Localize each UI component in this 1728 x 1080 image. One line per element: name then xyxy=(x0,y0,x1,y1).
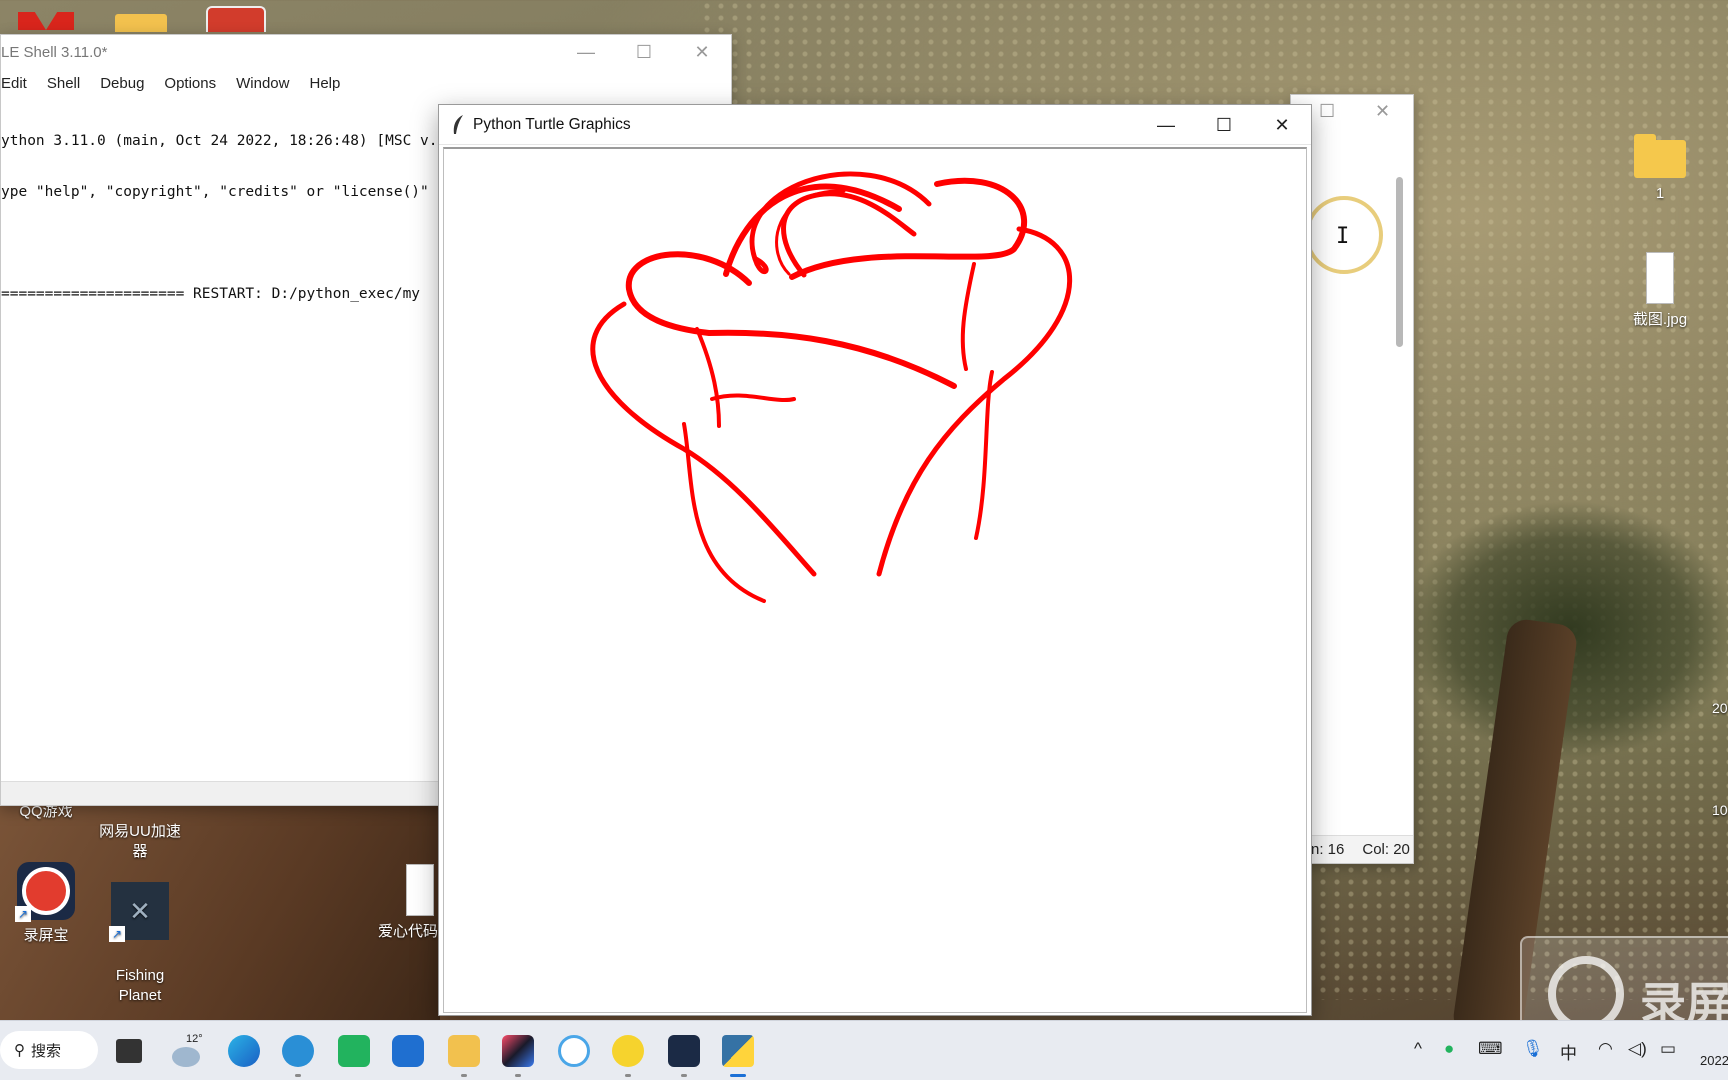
task-view-icon[interactable] xyxy=(116,1039,142,1063)
search-icon: ⚲ xyxy=(14,1042,25,1059)
minimize-button[interactable]: — xyxy=(1137,105,1195,145)
tray-volume-icon[interactable]: ◁) xyxy=(1628,1039,1647,1059)
maximize-button[interactable]: ☐ xyxy=(1195,105,1253,145)
menu-window[interactable]: Window xyxy=(226,75,299,92)
menu-options[interactable]: Options xyxy=(154,75,226,92)
fishing-planet-icon: ✕ ↗ xyxy=(109,882,169,942)
weather-temp: 12° xyxy=(186,1033,203,1045)
weather-icon[interactable] xyxy=(172,1047,200,1067)
line-indicator: n: 16 xyxy=(1311,841,1345,858)
turtle-canvas[interactable] xyxy=(443,147,1307,1013)
desktop-icon-label: Fishing Planet xyxy=(115,967,165,1004)
desktop-icon-label: 1 xyxy=(1655,185,1665,202)
maximize-button[interactable]: ☐ xyxy=(615,35,673,69)
idle-menubar: Edit Shell Debug Options Window Help xyxy=(1,69,731,97)
intellij-icon[interactable] xyxy=(502,1035,534,1077)
search-label: 搜索 xyxy=(31,1042,62,1060)
taskbar: ⚲ 搜索 12° ^ ● ⌨ 🎙 中 ◠ ◁) ▭ 2022 xyxy=(0,1020,1728,1080)
tray-battery-icon[interactable]: ▭ xyxy=(1660,1039,1676,1059)
top-desktop-power-icon[interactable] xyxy=(206,6,266,32)
turtle-graphics-window[interactable]: Python Turtle Graphics — ☐ ✕ xyxy=(438,104,1312,1016)
desktop-icon-fishing-planet[interactable]: ✕ ↗ Fishing Planet xyxy=(100,862,180,1026)
desktop-icon-label: 截图.jpg xyxy=(1632,311,1688,328)
top-desktop-folder-icon[interactable] xyxy=(115,14,167,32)
top-desktop-icon-red[interactable] xyxy=(18,12,74,30)
image-file-icon xyxy=(1646,252,1674,304)
desktop-icon-screen-recorder[interactable]: ↗ 录屏宝 xyxy=(10,862,82,946)
rose-strokes xyxy=(590,171,1073,603)
taskbar-search[interactable]: ⚲ 搜索 xyxy=(0,1031,98,1069)
folder-icon xyxy=(1634,134,1686,178)
shortcut-arrow-icon: ↗ xyxy=(109,926,125,942)
tray-wifi-icon[interactable]: ◠ xyxy=(1598,1039,1613,1059)
lenovo-app-icon[interactable] xyxy=(392,1035,424,1067)
window-title: LE Shell 3.11.0* xyxy=(1,44,108,61)
window-title: Python Turtle Graphics xyxy=(473,116,631,133)
idle-titlebar[interactable]: LE Shell 3.11.0* — ☐ ✕ xyxy=(1,35,731,69)
side-number: 10 xyxy=(1712,802,1728,818)
tray-wechat-icon[interactable]: ● xyxy=(1444,1039,1454,1059)
tray-microphone-icon[interactable]: 🎙 xyxy=(1522,1039,1544,1059)
rose-drawing xyxy=(590,171,1073,603)
green-app-icon[interactable] xyxy=(338,1035,370,1067)
side-number: 20 xyxy=(1712,700,1728,716)
close-button[interactable]: ✕ xyxy=(1375,101,1390,122)
tray-ime-indicator[interactable]: 中 xyxy=(1560,1039,1577,1064)
menu-debug[interactable]: Debug xyxy=(90,75,154,92)
desktop-icon-label: 网易UU加速 器 xyxy=(99,823,181,860)
text-cursor-icon: I xyxy=(1336,224,1350,249)
close-button[interactable]: ✕ xyxy=(673,35,731,69)
text-file-icon xyxy=(406,864,434,916)
tray-keyboard-icon[interactable]: ⌨ xyxy=(1478,1039,1503,1059)
column-indicator: Col: 20 xyxy=(1362,841,1410,858)
desktop-icon-screenshot[interactable]: 截图.jpg xyxy=(1622,252,1698,330)
editor-scrollbar[interactable] xyxy=(1396,177,1403,347)
close-button[interactable]: ✕ xyxy=(1253,105,1311,145)
minimize-button[interactable]: — xyxy=(557,35,615,69)
ie-browser-icon[interactable] xyxy=(282,1035,314,1077)
music-app-icon[interactable] xyxy=(612,1035,644,1077)
feather-icon xyxy=(453,115,463,134)
tray-clock[interactable]: 2022 xyxy=(1700,1053,1728,1068)
menu-edit[interactable]: Edit xyxy=(1,75,37,92)
tray-chevron-up-icon[interactable]: ^ xyxy=(1414,1039,1422,1059)
python-idle-taskbar-icon[interactable] xyxy=(722,1035,754,1077)
turtle-titlebar[interactable]: Python Turtle Graphics — ☐ ✕ xyxy=(439,105,1311,145)
record-icon: ↗ xyxy=(15,862,75,922)
menu-help[interactable]: Help xyxy=(299,75,350,92)
edge-browser-icon[interactable] xyxy=(228,1035,260,1067)
screen-recorder-taskbar-icon[interactable] xyxy=(668,1035,700,1077)
file-explorer-icon[interactable] xyxy=(448,1035,480,1077)
paint-app-icon[interactable] xyxy=(558,1035,590,1067)
shortcut-arrow-icon: ↗ xyxy=(15,906,31,922)
desktop-icon-label: 录屏宝 xyxy=(23,927,69,944)
menu-shell[interactable]: Shell xyxy=(37,75,90,92)
desktop-icon-folder-1[interactable]: 1 xyxy=(1628,134,1692,204)
maximize-button[interactable]: ☐ xyxy=(1319,101,1335,122)
